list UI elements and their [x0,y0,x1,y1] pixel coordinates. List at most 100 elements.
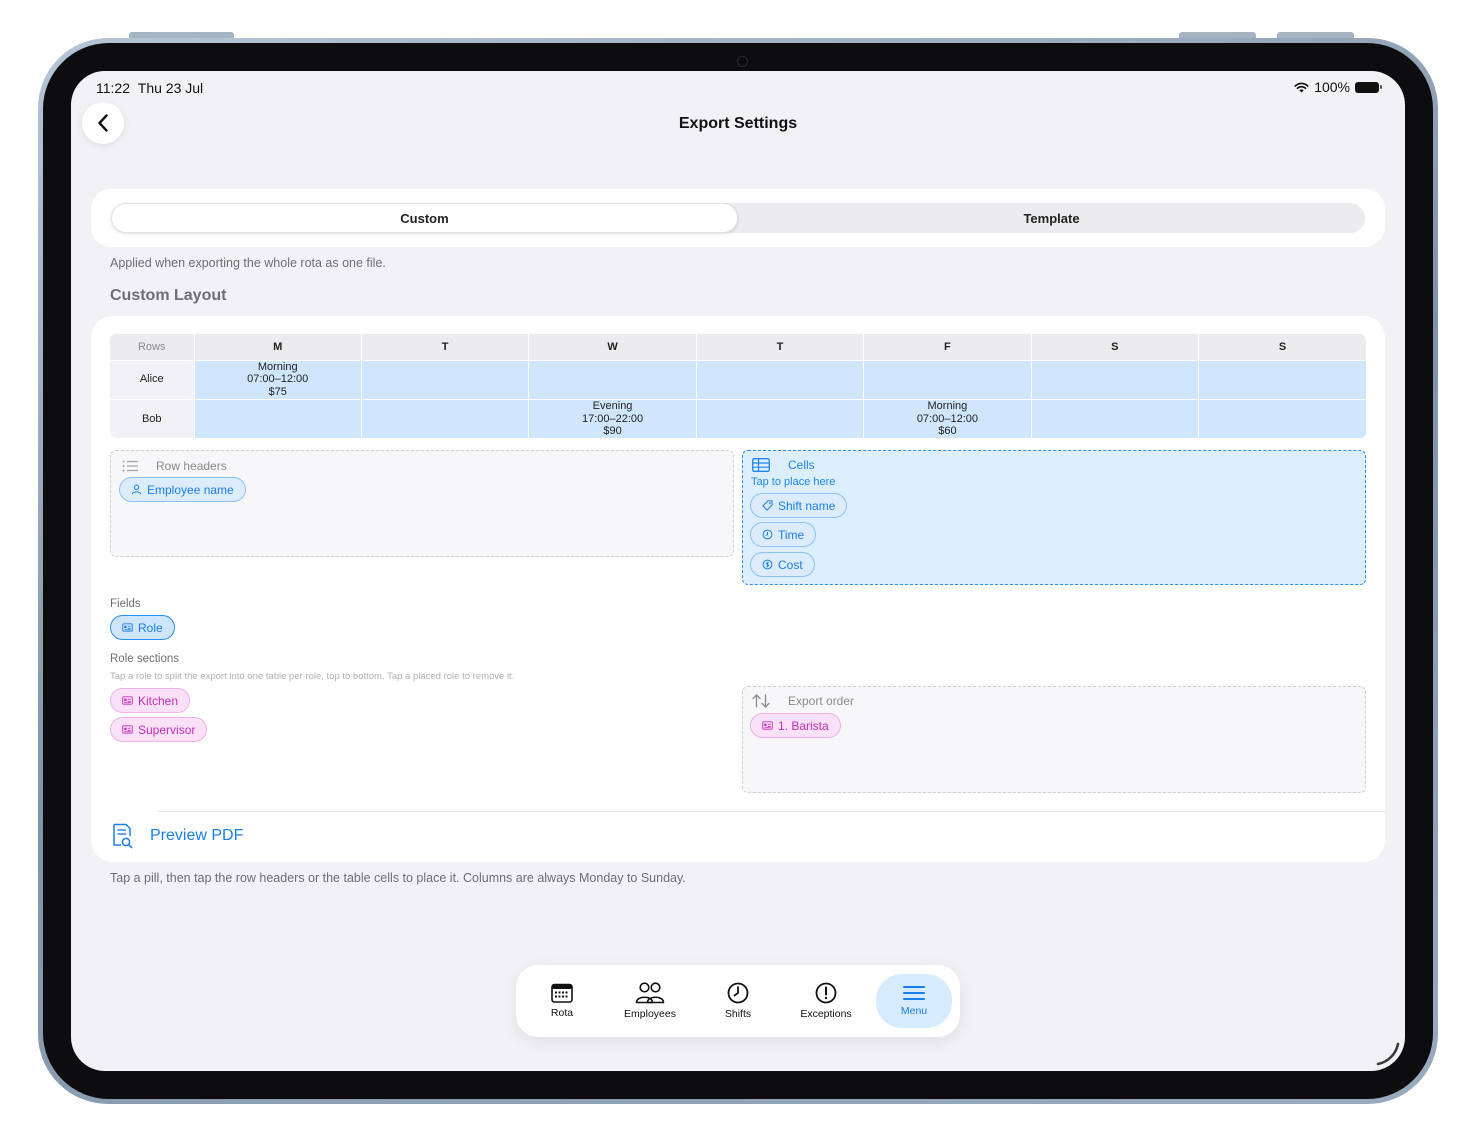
sort-arrows-icon [752,694,770,708]
table-row: Alice Morning 07:00–12:00 $75 [110,359,1366,399]
person-icon [131,484,142,495]
cost-pill-label: Cost [778,557,803,572]
role-pill-kitchen[interactable]: Kitchen [110,688,191,713]
placement-hint: Tap a pill, then tap the row headers or … [110,871,686,885]
role-pill-supervisor[interactable]: Supervisor [110,717,208,742]
day-header: M [193,334,362,360]
id-card-icon [122,623,133,632]
row-header-cell[interactable]: Bob [110,398,194,438]
rows-column-header: Rows [110,334,194,360]
preview-pdf-button[interactable]: Preview PDF [112,823,243,849]
table-cell[interactable] [193,398,362,438]
day-header: W [528,334,697,360]
segment-custom[interactable]: Custom [111,203,738,233]
cells-zone-header: Cells [752,458,815,472]
day-header: T [695,334,864,360]
employee-name-pill-label: Employee name [147,482,234,497]
employee-name-pill[interactable]: Employee name [119,477,246,502]
tag-icon [762,500,773,511]
layout-preview-table: Rows M T W T F S S Alice Morning 07:00–1… [110,334,1366,438]
export-scope-hint: Applied when exporting the whole rota as… [110,256,386,270]
role-sections-label: Role sections [110,653,180,665]
front-camera [737,56,748,67]
segment-template[interactable]: Template [738,203,1365,233]
cell-shift-name: Evening [592,400,633,412]
shift-name-pill-label: Shift name [778,498,836,513]
preview-pdf-label: Preview PDF [150,827,244,844]
export-order-zone-header: Export order [752,694,854,708]
role-sections-description: Tap a role to split the export into one … [110,671,515,682]
table-cell[interactable] [1030,398,1199,438]
export-order-drop-zone[interactable]: Export order 1. Barista [742,686,1366,793]
clock-icon [727,982,749,1004]
status-bar-right: 100% [1294,79,1382,95]
divider [157,811,1385,812]
tab-menu[interactable]: Menu [876,974,952,1028]
cell-cost: $60 [938,425,957,437]
table-cell[interactable]: Morning 07:00–12:00 $75 [193,359,362,399]
custom-layout-heading: Custom Layout [110,287,227,304]
clock-icon [762,529,773,540]
id-card-icon [762,721,773,730]
role-pill-supervisor-label: Supervisor [138,722,196,737]
dollar-circle-icon [762,559,773,570]
shift-name-pill[interactable]: Shift name [750,493,848,518]
cells-zone-title: Cells [788,458,815,472]
time-pill-label: Time [778,527,805,542]
wifi-icon [1294,82,1309,92]
table-row: Bob Evening 17:00–22:00 $90 Morning 07:0… [110,398,1366,438]
battery-icon [1355,81,1382,93]
status-bar-time: 11:22 Thu 23 Jul [96,80,204,96]
cells-drop-zone[interactable]: Cells Tap to place here Shift name Time … [742,450,1366,585]
tab-menu-label: Menu [900,1005,928,1017]
tab-exceptions[interactable]: Exceptions [782,965,870,1037]
cost-pill[interactable]: Cost [750,552,815,577]
page-title: Export Settings [678,115,798,132]
time-pill[interactable]: Time [750,522,817,547]
tab-rota-label: Rota [550,1007,574,1019]
layout-mode-card: Custom Template [91,189,1385,247]
people-icon [635,982,665,1004]
role-pill-label: Role [138,620,163,635]
table-cell[interactable]: Morning 07:00–12:00 $60 [863,398,1032,438]
table-cell[interactable] [695,359,864,399]
table-cell[interactable] [1198,359,1366,399]
day-header: S [1198,334,1366,360]
tab-rota[interactable]: Rota [518,965,606,1037]
tab-bar: Rota Employees Shifts Exceptions Menu [516,965,960,1037]
table-header-row: Rows M T W T F S S [110,334,1366,360]
day-header: S [1030,334,1199,360]
cell-shift-name: Morning [257,360,298,373]
list-icon [122,460,138,472]
exclamation-icon [815,982,837,1004]
table-cell[interactable] [695,398,864,438]
table-cell[interactable] [360,359,529,399]
cells-zone-subtitle: Tap to place here [751,476,836,488]
calendar-icon [551,983,573,1003]
id-card-icon [122,696,133,705]
table-cell[interactable] [863,359,1032,399]
role-pill[interactable]: Role [110,615,175,640]
cell-cost: $75 [268,385,287,398]
fields-label: Fields [110,598,141,610]
row-header-cell[interactable]: Alice [110,359,194,399]
cell-time: 07:00–12:00 [916,412,978,425]
export-order-zone-title: Export order [788,694,855,708]
id-card-icon [122,725,133,734]
table-cell[interactable] [528,359,697,399]
tab-shifts[interactable]: Shifts [694,965,782,1037]
table-cell[interactable]: Evening 17:00–22:00 $90 [528,398,697,438]
table-cell[interactable] [360,398,529,438]
table-icon [752,458,770,472]
export-order-pill-barista[interactable]: 1. Barista [750,713,841,738]
table-cell[interactable] [1030,359,1199,399]
row-headers-zone-header: Row headers [122,459,227,473]
tab-employees[interactable]: Employees [606,965,694,1037]
cell-cost: $90 [603,425,622,437]
table-cell[interactable] [1198,398,1366,438]
cell-shift-name: Morning [927,400,968,412]
tab-employees-label: Employees [624,1008,676,1020]
row-headers-drop-zone[interactable]: Row headers Employee name [110,450,734,557]
resize-handle-icon [1376,1042,1400,1066]
menu-icon [903,986,925,1000]
